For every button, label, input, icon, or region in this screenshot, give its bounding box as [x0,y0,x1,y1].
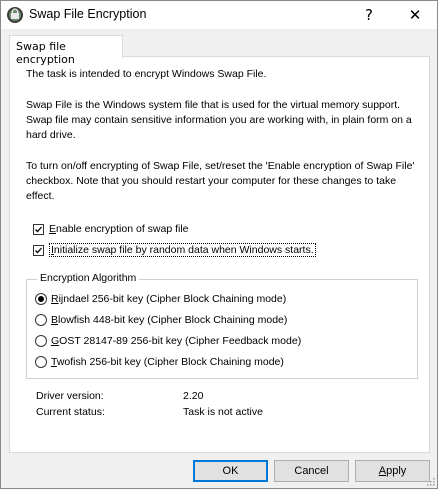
radio-button[interactable] [35,314,47,326]
radio-button[interactable] [35,335,47,347]
current-status-label: Current status: [36,406,105,418]
close-icon: ✕ [408,6,422,24]
ok-button[interactable]: OK [193,460,268,482]
apply-button-label: Apply [378,465,407,477]
radio-blowfish[interactable]: Blowfish 448-bit key (Cipher Block Chain… [35,312,287,328]
radio-label: GOST 28147-89 256-bit key (Cipher Feedba… [51,335,302,347]
group-label: Encryption Algorithm [37,272,140,284]
tab-swap-file-encryption[interactable]: Swap file encryption [9,35,123,66]
help-icon: ? [365,6,373,24]
current-status-value: Task is not active [183,406,263,418]
ok-button-label: OK [222,465,239,477]
help-button[interactable]: ? [347,1,391,29]
apply-button[interactable]: Apply [355,460,430,482]
checkmark-icon [35,226,42,232]
radio-label: Rijndael 256-bit key (Cipher Block Chain… [51,293,287,305]
radio-button[interactable] [35,356,47,368]
cancel-button-label: Cancel [294,465,329,477]
checkmark-icon [35,247,42,253]
initialize-random-data-checkbox[interactable]: Initialize swap file by random data when… [33,242,316,258]
description-text: Swap File is the Windows system file tha… [26,99,412,141]
radio-label: Twofish 256-bit key (Cipher Block Chaini… [51,356,284,368]
radio-label: Blowfish 448-bit key (Cipher Block Chain… [51,314,288,326]
app-icon [7,7,23,23]
window-title: Swap File Encryption [29,7,147,21]
instructions-text: To turn on/off encrypting of Swap File, … [26,160,415,202]
driver-version-label: Driver version: [36,390,104,402]
enable-encryption-label: Enable encryption of swap file [49,223,189,235]
encryption-algorithm-group: Encryption Algorithm Rijndael 256-bit ke… [26,272,418,379]
radio-twofish[interactable]: Twofish 256-bit key (Cipher Block Chaini… [35,354,284,370]
radio-gost[interactable]: GOST 28147-89 256-bit key (Cipher Feedba… [35,333,301,349]
intro-text: The task is intended to encrypt Windows … [26,68,267,80]
checkbox-box[interactable] [33,223,44,235]
tab-panel: The task is intended to encrypt Windows … [9,56,430,453]
dialog-window: Swap File Encryption ? ✕ Swap file encry… [0,0,438,489]
initialize-random-data-label: Initialize swap file by random data when… [49,243,316,257]
radio-rijndael[interactable]: Rijndael 256-bit key (Cipher Block Chain… [35,291,286,307]
title-bar[interactable]: Swap File Encryption ? ✕ [1,1,437,29]
enable-encryption-checkbox[interactable]: Enable encryption of swap file [33,221,189,237]
cancel-button[interactable]: Cancel [274,460,349,482]
checkbox-box[interactable] [33,244,44,256]
tab-label: Swap file encryption [16,40,75,66]
driver-version-value: 2.20 [183,390,204,402]
radio-button[interactable] [35,293,47,305]
resize-grip-icon[interactable] [425,476,435,486]
close-button[interactable]: ✕ [393,1,437,29]
